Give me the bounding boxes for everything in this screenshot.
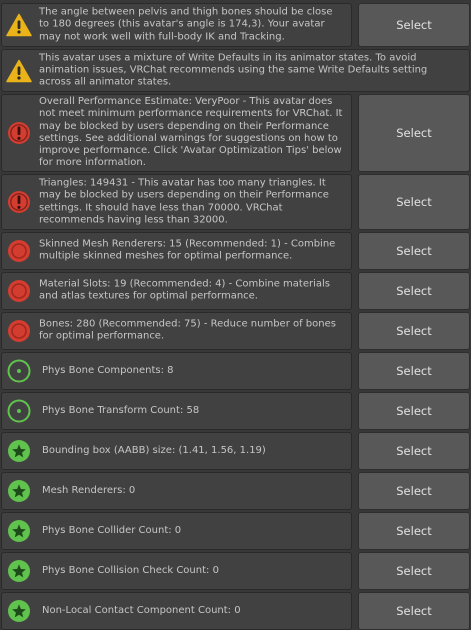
message-box: Skinned Mesh Renderers: 15 (Recommended:… [1, 232, 352, 270]
select-button[interactable]: Select [358, 592, 470, 630]
message-text: Overall Performance Estimate: VeryPoor -… [39, 96, 343, 169]
error-icon [6, 189, 32, 215]
message-text: Triangles: 149431 - This avatar has too … [39, 177, 329, 226]
validation-row: Mesh Renderers: 0 Select [0, 472, 471, 510]
message-box: The angle between pelvis and thigh bones… [1, 3, 352, 47]
select-button[interactable]: Select [358, 232, 470, 270]
message-box: Phys Bone Components: 8 [1, 352, 352, 390]
green-star-icon [6, 558, 32, 584]
validation-row: Bones: 280 (Recommended: 75) - Reduce nu… [0, 312, 471, 350]
select-button[interactable]: Select [358, 432, 470, 470]
message-box: Phys Bone Collision Check Count: 0 [1, 552, 352, 590]
validation-row: Phys Bone Components: 8 Select [0, 352, 471, 390]
validation-row: Triangles: 149431 - This avatar has too … [0, 174, 471, 230]
red-circle-icon [6, 318, 32, 344]
select-button[interactable]: Select [358, 174, 470, 230]
validation-row: Overall Performance Estimate: VeryPoor -… [0, 94, 471, 172]
red-circle-icon [6, 238, 32, 264]
message-text: Phys Bone Transform Count: 58 [42, 404, 200, 416]
validation-row: The angle between pelvis and thigh bones… [0, 3, 471, 47]
message-box: This avatar uses a mixture of Write Defa… [1, 49, 470, 92]
message-text: Bones: 280 (Recommended: 75) - Reduce nu… [39, 318, 336, 342]
validation-row: Material Slots: 19 (Recommended: 4) - Co… [0, 272, 471, 310]
validation-row: Skinned Mesh Renderers: 15 (Recommended:… [0, 232, 471, 270]
warning-icon [6, 12, 32, 38]
select-button[interactable]: Select [358, 352, 470, 390]
message-box: Phys Bone Collider Count: 0 [1, 512, 352, 550]
message-text: Phys Bone Collision Check Count: 0 [42, 564, 219, 576]
message-box: Mesh Renderers: 0 [1, 472, 352, 510]
message-text: Phys Bone Collider Count: 0 [42, 524, 182, 536]
select-button[interactable]: Select [358, 312, 470, 350]
green-star-icon [6, 518, 32, 544]
message-text: Phys Bone Components: 8 [42, 364, 174, 376]
select-button[interactable]: Select [358, 3, 470, 47]
validation-row: Phys Bone Transform Count: 58 Select [0, 392, 471, 430]
message-box: Phys Bone Transform Count: 58 [1, 392, 352, 430]
message-text: Non-Local Contact Component Count: 0 [42, 604, 241, 616]
green-ring-icon [6, 398, 32, 424]
message-box: Bones: 280 (Recommended: 75) - Reduce nu… [1, 312, 352, 350]
select-button[interactable]: Select [358, 392, 470, 430]
message-box: Non-Local Contact Component Count: 0 [1, 592, 352, 630]
validation-row: Phys Bone Collision Check Count: 0 Select [0, 552, 471, 590]
green-star-icon [6, 478, 32, 504]
message-text: The angle between pelvis and thigh bones… [39, 6, 333, 43]
message-text: Bounding box (AABB) size: (1.41, 1.56, 1… [42, 444, 266, 456]
message-text: Mesh Renderers: 0 [42, 484, 136, 496]
validation-row: This avatar uses a mixture of Write Defa… [0, 49, 471, 92]
message-box: Bounding box (AABB) size: (1.41, 1.56, 1… [1, 432, 352, 470]
select-button[interactable]: Select [358, 472, 470, 510]
select-button[interactable]: Select [358, 94, 470, 172]
validation-row: Non-Local Contact Component Count: 0 Sele… [0, 592, 471, 630]
green-star-icon [6, 438, 32, 464]
warning-icon [6, 58, 32, 84]
message-box: Material Slots: 19 (Recommended: 4) - Co… [1, 272, 352, 310]
red-circle-icon [6, 278, 32, 304]
message-box: Overall Performance Estimate: VeryPoor -… [1, 94, 352, 172]
green-star-icon [6, 598, 32, 624]
message-text: This avatar uses a mixture of Write Defa… [39, 52, 428, 88]
message-box: Triangles: 149431 - This avatar has too … [1, 174, 352, 230]
select-button[interactable]: Select [358, 512, 470, 550]
green-ring-icon [6, 358, 32, 384]
message-text: Skinned Mesh Renderers: 15 (Recommended:… [39, 238, 336, 262]
validation-row: Bounding box (AABB) size: (1.41, 1.56, 1… [0, 432, 471, 470]
error-icon [6, 120, 32, 146]
message-text: Material Slots: 19 (Recommended: 4) - Co… [39, 278, 330, 302]
validation-row: Phys Bone Collider Count: 0 Select [0, 512, 471, 550]
select-button[interactable]: Select [358, 552, 470, 590]
select-button[interactable]: Select [358, 272, 470, 310]
